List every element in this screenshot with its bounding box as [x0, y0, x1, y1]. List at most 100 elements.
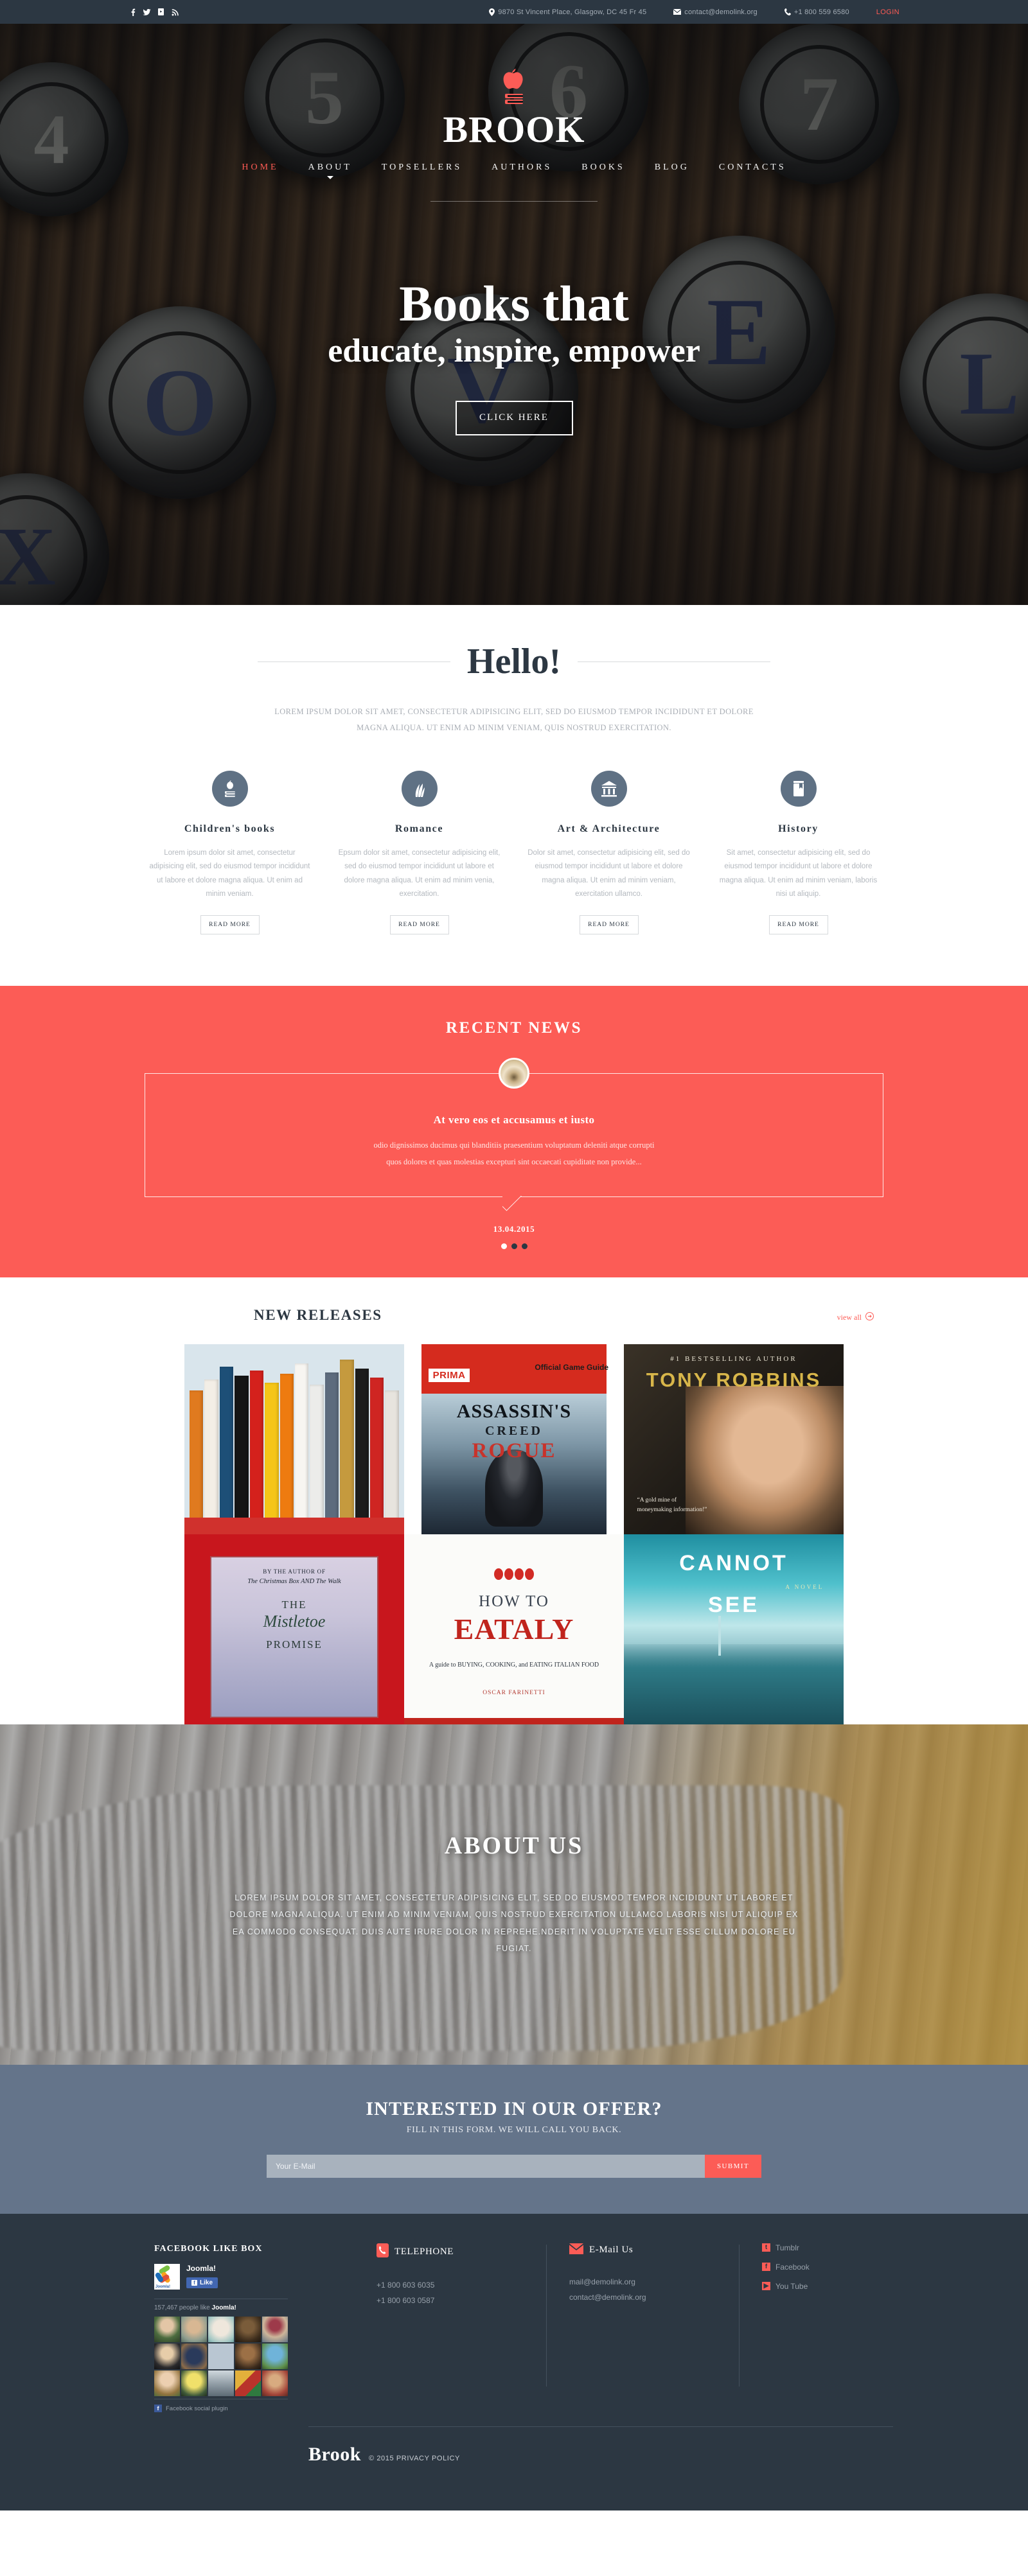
envelope-icon — [569, 2243, 583, 2257]
book-card-bookshelf[interactable] — [184, 1344, 404, 1534]
email-heading: E-Mail Us — [589, 2245, 634, 2256]
book-bookmark-icon — [780, 771, 817, 807]
cover-title-2: EATALY — [454, 1612, 574, 1645]
nav-item-blog[interactable]: BLOG — [655, 162, 689, 179]
facebook-like-button[interactable]: f Like — [186, 2277, 218, 2289]
avatar — [262, 2370, 288, 2397]
assassins-creed-rogue-cover: PRIMA Official Game Guide ASSASSIN'S CRE… — [404, 1344, 624, 1534]
telephone-line-2[interactable]: +1 800 603 0587 — [377, 2293, 523, 2308]
phone-text: +1 800 559 6580 — [793, 8, 849, 16]
site-brand[interactable]: BROOK — [0, 111, 1028, 148]
cover-title-1: HOW TO — [479, 1593, 549, 1611]
prima-logo: PRIMA — [428, 1369, 470, 1383]
bookshelf-spines — [184, 1344, 404, 1534]
about-title: ABOUT US — [444, 1832, 584, 1860]
social-link-facebook[interactable]: f Facebook — [762, 2263, 864, 2272]
avatar — [235, 2344, 261, 2370]
nav-label: AUTHORS — [492, 162, 553, 172]
youtube-icon: ▶ — [762, 2282, 770, 2291]
like-count-text: 157,467 people like — [154, 2304, 210, 2312]
book-card-cannot-see[interactable]: CANNOT A NOVEL SEE — [624, 1534, 844, 1724]
category-text: Epsum dolor sit amet, consectetur adipis… — [338, 849, 501, 898]
hello-section: Hello! LOREM IPSUM DOLOR SIT AMET, CONSE… — [0, 605, 1028, 986]
facebook-icon[interactable] — [128, 8, 137, 16]
book-card-assassins-creed[interactable]: PRIMA Official Game Guide ASSASSIN'S CRE… — [404, 1344, 624, 1534]
top-contact-info: 9870 St Vincent Place, Glasgow, DC 45 Fr… — [489, 8, 900, 16]
about-text: LOREM IPSUM DOLOR SIT AMET, CONSECTETUR … — [229, 1893, 799, 1953]
login-link[interactable]: LOGIN — [876, 8, 900, 16]
footer-email-column: E-Mail Us mail@demolink.org contact@demo… — [546, 2243, 739, 2413]
joomla-logo-icon: Joomla! — [154, 2264, 180, 2290]
avatar — [154, 2344, 180, 2370]
nav-item-books[interactable]: BOOKS — [581, 162, 625, 179]
avatar — [181, 2370, 207, 2397]
read-more-button[interactable]: READ MORE — [200, 915, 260, 935]
envelope-icon — [673, 9, 682, 15]
nav-item-home[interactable]: HOME — [242, 162, 278, 179]
view-all-link[interactable]: view all — [837, 1311, 874, 1323]
news-date: 13.04.2015 — [493, 1223, 535, 1234]
news-headline[interactable]: At vero eos et accusamus et iusto — [184, 1114, 844, 1126]
category-title: History — [778, 823, 819, 834]
nav-item-about[interactable]: ABOUT — [308, 162, 352, 179]
releases-grid: PRIMA Official Game Guide ASSASSIN'S CRE… — [184, 1344, 844, 1724]
book-card-how-to-eataly[interactable]: HOW TO EATALY A guide to BUYING, COOKING… — [404, 1534, 624, 1724]
nav-item-authors[interactable]: AUTHORS — [492, 162, 552, 179]
cover-title-1: ASSASSIN'S — [456, 1401, 572, 1423]
submit-button[interactable]: SUBMIT — [705, 2154, 761, 2178]
cover-novel-label: A NOVEL — [785, 1583, 824, 1590]
slider-dot-3[interactable] — [521, 1243, 527, 1249]
offer-section: INTERESTED IN OUR OFFER? FILL IN THIS FO… — [0, 2064, 1028, 2214]
avatar — [154, 2317, 180, 2343]
read-more-button[interactable]: READ MORE — [768, 915, 828, 935]
open-book-avatar — [499, 1058, 529, 1089]
offer-form: SUBMIT — [267, 2154, 761, 2178]
twitter-icon[interactable] — [143, 8, 151, 16]
cover-title-3: ROGUE — [472, 1439, 556, 1462]
footer-brand[interactable]: Brook — [308, 2444, 361, 2466]
avatar — [208, 2344, 234, 2370]
nav-label: BOOKS — [581, 162, 625, 172]
mistletoe-promise-cover: BY THE AUTHOR OF The Christmas Box AND T… — [184, 1534, 404, 1724]
footer-divider — [308, 2426, 893, 2428]
footer-telephone-column: TELEPHONE +1 800 603 6035 +1 800 603 058… — [353, 2243, 546, 2413]
nav-item-topsellers[interactable]: TOPSELLERS — [382, 162, 462, 179]
email-field[interactable] — [267, 2154, 705, 2178]
church-spire — [718, 1616, 722, 1656]
news-card: At vero eos et accusamus et iusto odio d… — [145, 1073, 883, 1197]
email-line-2[interactable]: contact@demolink.org — [569, 2290, 716, 2305]
footer-bottom: Brook © 2015 PRIVACY POLICY — [135, 2426, 893, 2466]
email-item: contact@demolink.org — [673, 8, 758, 16]
telephone-line-1[interactable]: +1 800 603 6035 — [377, 2277, 523, 2293]
chevron-down-icon — [326, 176, 333, 179]
email-line-1[interactable]: mail@demolink.org — [569, 2274, 716, 2290]
read-more-button[interactable]: READ MORE — [389, 915, 449, 935]
social-link-tumblr[interactable]: t Tumblr — [762, 2243, 864, 2252]
read-more-button[interactable]: READ MORE — [579, 915, 639, 935]
author-name: TONY ROBBINS — [646, 1369, 822, 1392]
hero-cta-button[interactable]: CLICK HERE — [455, 400, 573, 435]
facebook-friend-faces — [154, 2317, 288, 2397]
footer: FACEBOOK LIKE BOX Joomla! Joomla! f Like — [0, 2213, 1028, 2511]
telephone-heading-row: TELEPHONE — [377, 2243, 523, 2261]
cover-title-2: SEE — [707, 1593, 760, 1618]
facebook-icon: f — [154, 2405, 162, 2413]
rss-icon[interactable] — [171, 8, 179, 16]
nav-item-contacts[interactable]: CONTACTS — [719, 162, 786, 179]
about-us-section: ABOUT US LOREM IPSUM DOLOR SIT AMET, CON… — [0, 1724, 1028, 2065]
youtube-icon[interactable] — [157, 8, 165, 16]
book-card-tony-robbins[interactable]: #1 BESTSELLING AUTHOR TONY ROBBINS “A go… — [624, 1344, 844, 1534]
cover-books-by: The Christmas Box AND The Walk — [247, 1577, 341, 1585]
avatar — [181, 2344, 207, 2370]
apple-on-book-icon[interactable] — [497, 64, 531, 107]
cover-byline: BY THE AUTHOR OF — [263, 1568, 326, 1575]
footer-top: FACEBOOK LIKE BOX Joomla! Joomla! f Like — [135, 2243, 893, 2413]
slider-dot-1[interactable] — [501, 1243, 507, 1249]
slider-dot-2[interactable] — [511, 1243, 517, 1249]
hero-title: Books that — [399, 276, 629, 331]
avatar — [262, 2317, 288, 2343]
cover-title-1: THE — [281, 1599, 307, 1611]
footer-copyright[interactable]: © 2015 PRIVACY POLICY — [369, 2455, 460, 2462]
social-link-youtube[interactable]: ▶ You Tube — [762, 2282, 864, 2291]
book-card-mistletoe-promise[interactable]: BY THE AUTHOR OF The Christmas Box AND T… — [184, 1534, 404, 1724]
